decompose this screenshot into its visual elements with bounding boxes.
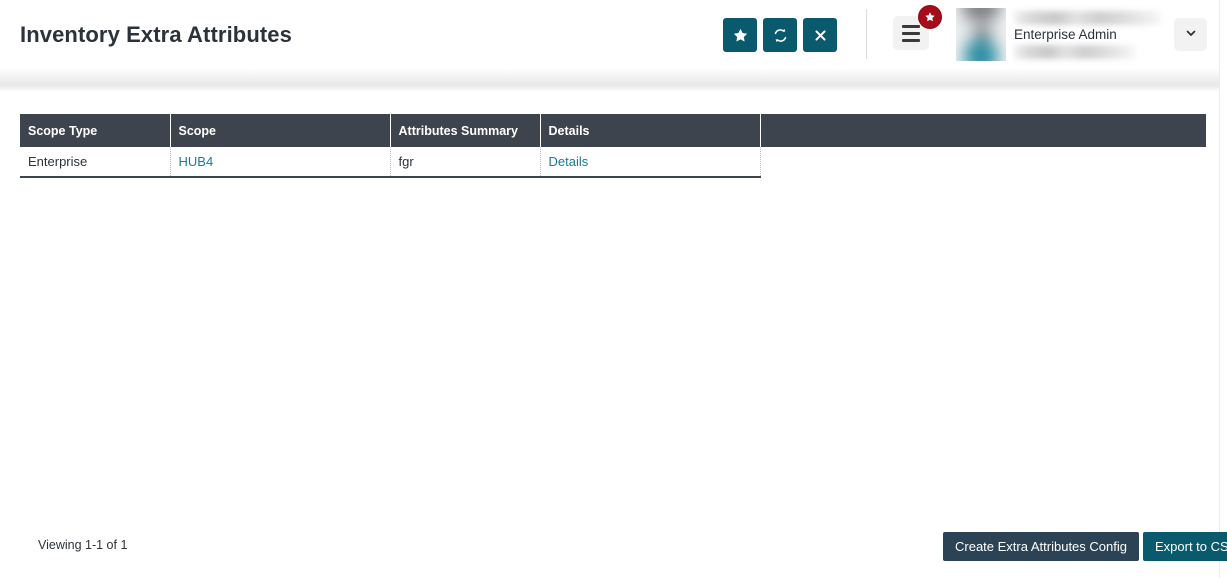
cell-scope-type: Enterprise (20, 147, 171, 178)
column-header-scope[interactable]: Scope (170, 114, 391, 147)
table-body: Enterprise HUB4 fgr Details (20, 147, 1206, 178)
user-menu-dropdown-button[interactable] (1174, 18, 1207, 51)
top-header-bar: Inventory Extra Attributes Enterprise Ad… (0, 0, 1219, 68)
user-org-redacted (1014, 45, 1136, 59)
favorite-button[interactable] (723, 18, 757, 52)
inventory-extra-attributes-table: Scope Type Scope Attributes Summary Deta… (20, 114, 1206, 178)
column-header-blank (760, 114, 1206, 147)
cell-blank (760, 147, 1206, 177)
app-page: Inventory Extra Attributes Enterprise Ad… (0, 0, 1227, 578)
page-title: Inventory Extra Attributes (20, 22, 292, 47)
table-row[interactable]: Enterprise HUB4 fgr Details (20, 147, 1206, 178)
create-extra-attributes-config-button[interactable]: Create Extra Attributes Config (943, 532, 1139, 561)
header-action-group (723, 18, 837, 52)
hamburger-icon-bar (902, 38, 920, 42)
star-icon (732, 27, 749, 44)
close-button[interactable] (803, 18, 837, 52)
cell-attributes-summary: fgr (390, 147, 541, 178)
refresh-button[interactable] (763, 18, 797, 52)
inventory-extra-attributes-table-wrapper: Scope Type Scope Attributes Summary Deta… (20, 114, 1206, 178)
page-scrollbar-gutter[interactable] (1219, 0, 1227, 578)
star-badge-icon (919, 6, 941, 28)
hamburger-icon-bar (902, 31, 920, 35)
column-header-attributes-summary[interactable]: Attributes Summary (390, 114, 541, 147)
column-header-details[interactable]: Details (540, 114, 761, 147)
user-name-redacted (1014, 11, 1162, 25)
table-header-row: Scope Type Scope Attributes Summary Deta… (20, 114, 1206, 147)
chevron-down-icon (1184, 26, 1198, 43)
user-role-label: Enterprise Admin (1014, 27, 1117, 42)
details-link[interactable]: Details (549, 154, 589, 169)
hamburger-icon-bar (902, 24, 920, 28)
viewing-count-label: Viewing 1-1 of 1 (38, 538, 128, 552)
refresh-icon (772, 27, 789, 44)
close-icon (813, 28, 828, 43)
header-divider (866, 9, 867, 59)
user-account-area[interactable]: Enterprise Admin (956, 7, 1164, 61)
header-shadow-band (0, 68, 1219, 92)
column-header-scope-type[interactable]: Scope Type (20, 114, 171, 147)
export-to-csv-button[interactable]: Export to CSV (1142, 532, 1227, 561)
cell-details: Details (540, 147, 761, 178)
user-text-block: Enterprise Admin (1014, 7, 1164, 61)
avatar (956, 7, 1006, 61)
menu-button-wrapper (893, 6, 941, 50)
footer-action-group: Create Extra Attributes Config Export to… (943, 532, 1227, 561)
table-header: Scope Type Scope Attributes Summary Deta… (20, 114, 1206, 147)
cell-scope: HUB4 (170, 147, 391, 178)
scope-link[interactable]: HUB4 (179, 154, 214, 169)
avatar-image-blurred (956, 7, 1006, 61)
